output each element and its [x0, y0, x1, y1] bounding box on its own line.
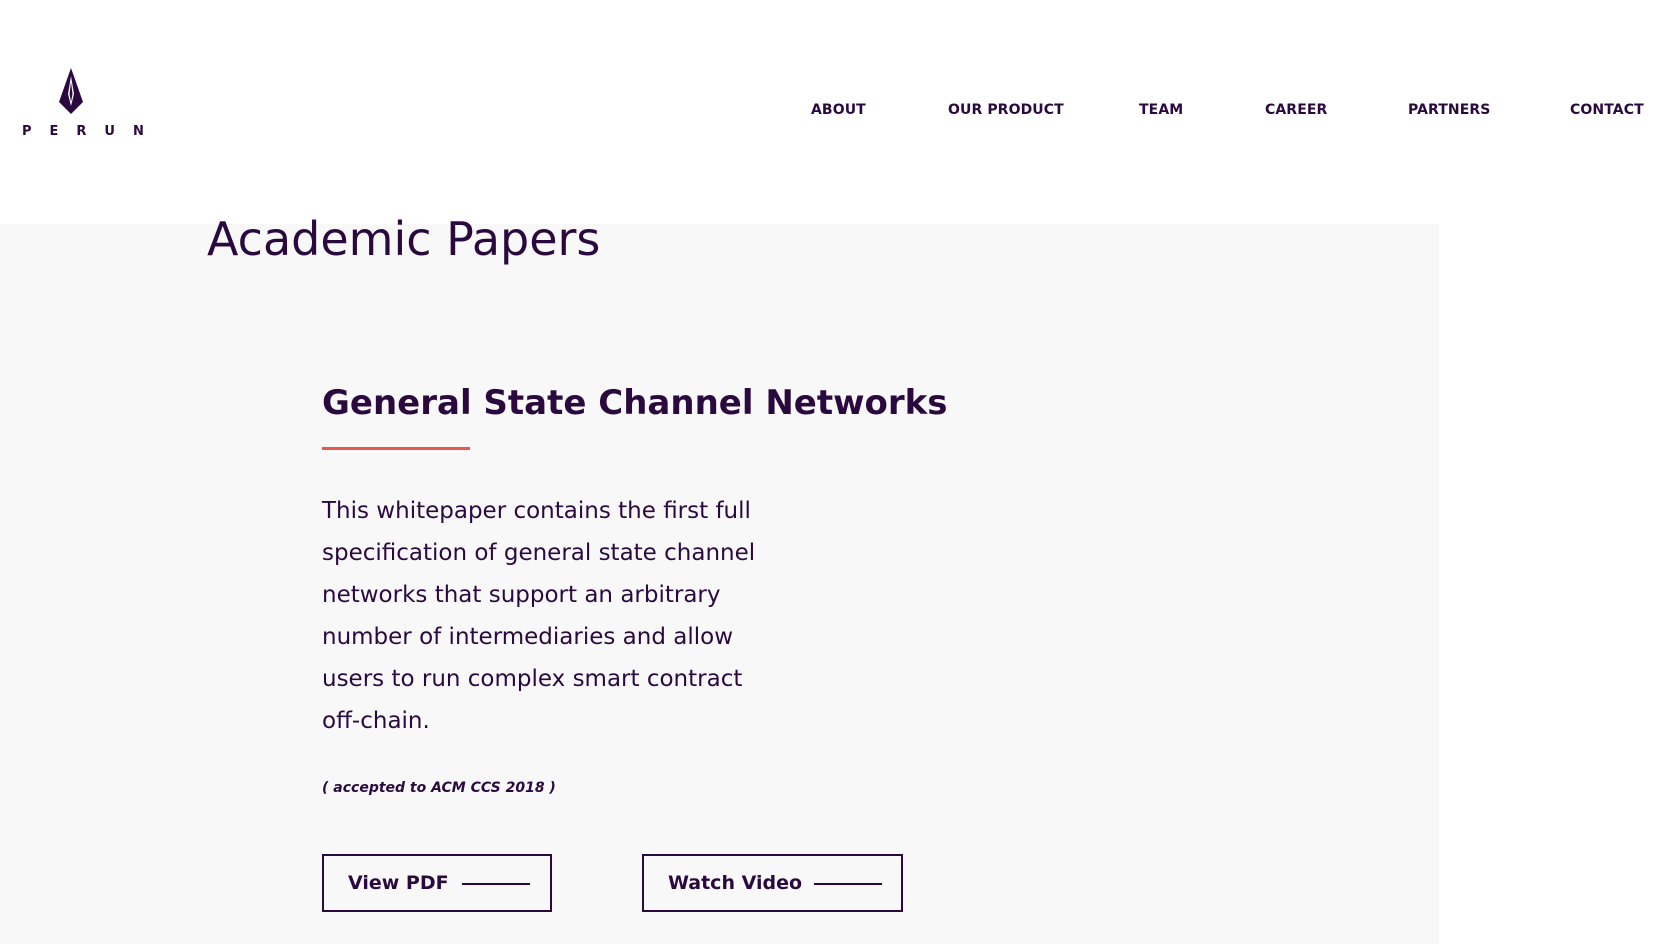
nav-item-our-product[interactable]: OUR PRODUCT — [948, 102, 1064, 118]
nav-item-partners[interactable]: PARTNERS — [1408, 102, 1490, 118]
paper-note: ( accepted to ACM CCS 2018 ) — [322, 780, 556, 796]
nav-item-about[interactable]: ABOUT — [811, 102, 866, 118]
site-header: PERUN ABOUT OUR PRODUCT TEAM CAREER PART… — [0, 0, 1680, 224]
view-pdf-label: View PDF — [348, 872, 449, 894]
arrow-line-icon — [814, 883, 882, 885]
title-underline — [322, 447, 470, 450]
view-pdf-button[interactable]: View PDF — [322, 854, 552, 912]
watch-video-label: Watch Video — [668, 872, 803, 894]
watch-video-button[interactable]: Watch Video — [642, 854, 903, 912]
nav-item-contact[interactable]: CONTACT — [1570, 102, 1644, 118]
section-title: Academic Papers — [207, 212, 601, 266]
arrow-line-icon — [462, 883, 530, 885]
nav-item-career[interactable]: CAREER — [1265, 102, 1327, 118]
paper-description: This whitepaper contains the first full … — [322, 498, 756, 734]
paper-title: General State Channel Networks — [322, 383, 948, 423]
nav-item-team[interactable]: TEAM — [1139, 102, 1183, 118]
main-nav: ABOUT OUR PRODUCT TEAM CAREER PARTNERS C… — [0, 102, 1680, 126]
logo-wordmark: PERUN — [22, 124, 162, 139]
